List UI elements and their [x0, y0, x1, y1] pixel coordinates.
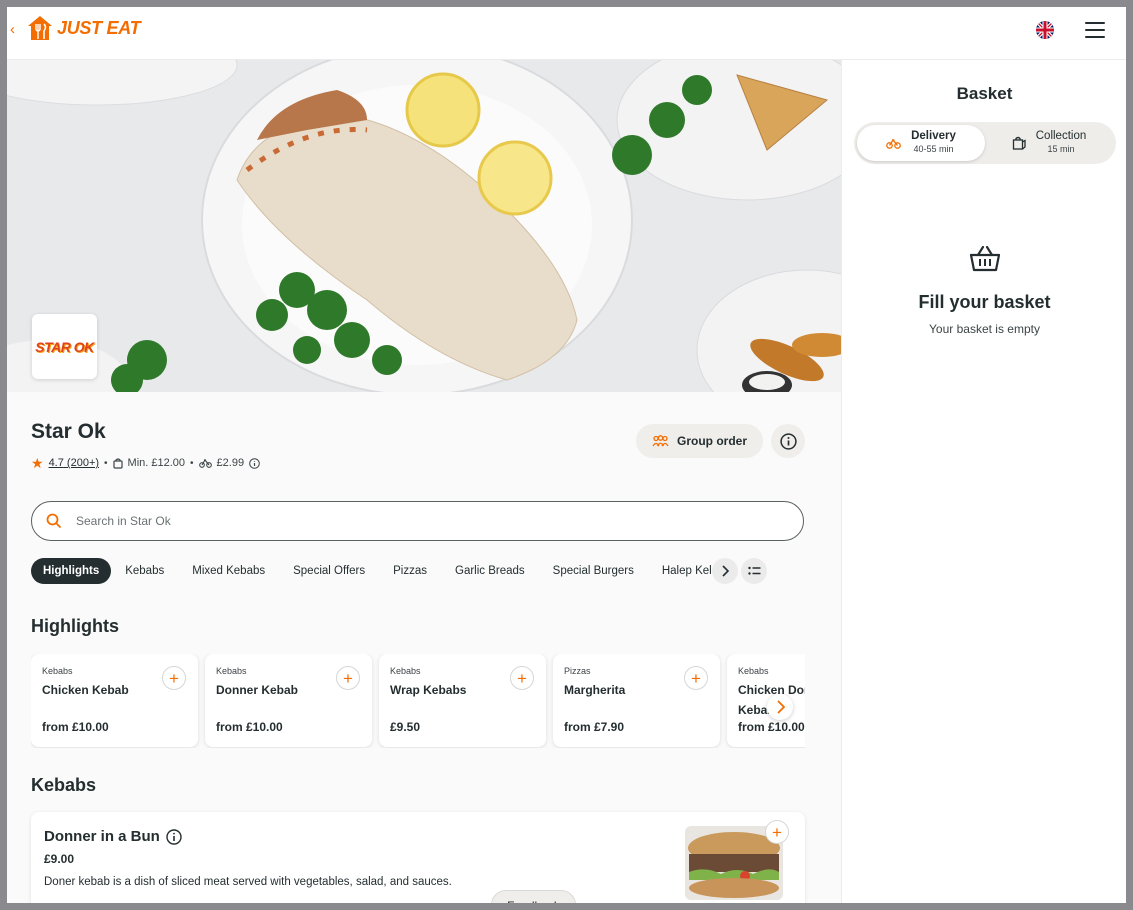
highlight-category: Kebabs	[216, 666, 247, 676]
highlights-heading: Highlights	[31, 616, 119, 636]
highlight-price: from £10.00	[216, 720, 283, 734]
category-tab-mixed-kebabs[interactable]: Mixed Kebabs	[178, 558, 279, 584]
top-bar: ‹ JUST EAT	[7, 7, 1126, 60]
search-icon	[46, 513, 62, 529]
highlight-category: Pizzas	[564, 666, 591, 676]
menu-item-price: £9.00	[44, 852, 75, 866]
group-order-button[interactable]: Group order	[636, 424, 763, 458]
list-icon	[747, 566, 760, 575]
separator-dot: •	[104, 457, 108, 469]
rating-link[interactable]: 4.7 (200+)	[49, 457, 99, 469]
review-count: (200+)	[66, 457, 100, 469]
group-icon	[652, 435, 669, 447]
add-item-button[interactable]: +	[336, 666, 360, 690]
menu-icon[interactable]	[1085, 22, 1105, 38]
hero-image: STAR OK	[7, 60, 841, 392]
highlight-name: Chicken Kebab	[42, 683, 129, 697]
highlight-category: Kebabs	[42, 666, 73, 676]
highlights-carousel: Kebabs Chicken Kebab from £10.00 + Kebab…	[31, 654, 805, 748]
menu-item-card[interactable]: Donner in a Bun £9.00 Doner kebab is a d…	[31, 812, 805, 903]
min-order: Min. £12.00	[127, 457, 186, 469]
star-icon: ★	[31, 455, 44, 471]
delivery-option[interactable]: Delivery 40-55 min	[857, 125, 985, 161]
feedback-button[interactable]: Feedback	[491, 890, 576, 903]
collection-option[interactable]: Collection 15 min	[985, 125, 1113, 161]
highlight-category: Kebabs	[390, 666, 421, 676]
collection-bag-icon	[1012, 136, 1026, 150]
add-item-button[interactable]: +	[510, 666, 534, 690]
fulfilment-toggle: Delivery 40-55 min Collection 15 min	[854, 122, 1116, 164]
brand-name: JUST EAT	[57, 17, 141, 38]
collection-time: 15 min	[1047, 144, 1075, 154]
highlight-price: from £10.00	[42, 720, 109, 734]
highlight-price: from £7.90	[564, 720, 625, 734]
menu-item-name: Donner in a Bun	[44, 828, 160, 845]
bag-icon	[112, 457, 123, 469]
store-info-button[interactable]	[771, 424, 805, 458]
highlight-price: from £10.00	[738, 720, 805, 734]
info-icon[interactable]	[249, 457, 260, 469]
bike-icon	[886, 138, 901, 149]
delivery-time: 40-55 min	[913, 144, 954, 154]
highlight-name: Wrap Kebabs	[390, 683, 467, 697]
chevron-right-icon	[722, 565, 729, 577]
group-order-label: Group order	[676, 434, 747, 448]
highlight-price: £9.50	[390, 720, 421, 734]
store-meta: ★ 4.7 (200+) • Min. £12.00 • £2.99	[31, 456, 260, 470]
category-tab-halep-kebabs[interactable]: Halep Kebabs	[648, 558, 711, 584]
collection-label: Collection	[1035, 130, 1087, 142]
separator-dot: •	[190, 457, 194, 469]
delivery-fee: £2.99	[216, 457, 245, 469]
app-frame: ‹ JUST EAT STAR OK Star Ok ★ 4.7 (200+) …	[7, 7, 1126, 903]
category-tab-special-burgers[interactable]: Special Burgers	[539, 558, 648, 584]
brand-logo[interactable]: JUST EAT	[27, 15, 141, 41]
highlight-category: Kebabs	[738, 666, 769, 676]
category-nav: Highlights Kebabs Mixed Kebabs Special O…	[31, 558, 711, 584]
category-tab-kebabs[interactable]: Kebabs	[111, 558, 178, 584]
highlight-name: Donner Kebab	[216, 683, 299, 697]
uk-flag-icon[interactable]	[1036, 21, 1054, 39]
empty-basket-subtitle: Your basket is empty	[929, 322, 1040, 336]
add-item-button[interactable]: +	[162, 666, 186, 690]
menu-search[interactable]	[31, 501, 804, 541]
house-fork-icon	[28, 16, 52, 40]
add-item-button[interactable]: +	[765, 820, 789, 844]
add-item-button[interactable]: +	[684, 666, 708, 690]
store-logo-text: STAR OK	[35, 338, 94, 355]
kebabs-heading: Kebabs	[31, 775, 97, 795]
chevron-right-icon	[776, 700, 785, 714]
basket-icon	[969, 245, 1001, 277]
menu-item-name-row: Donner in a Bun	[44, 828, 182, 845]
basket-panel: Basket Delivery 40-55 min Collection 15 …	[841, 60, 1126, 903]
rating-value: 4.7	[48, 457, 64, 469]
category-tab-pizzas[interactable]: Pizzas	[379, 558, 441, 584]
menu-item-description: Doner kebab is a dish of sliced meat ser…	[44, 876, 452, 888]
basket-title: Basket	[956, 84, 1013, 103]
highlight-card[interactable]: Kebabs Chicken Kebab from £10.00 +	[31, 654, 198, 747]
category-tab-special-offers[interactable]: Special Offers	[279, 558, 379, 584]
info-icon	[779, 432, 797, 450]
highlight-card[interactable]: Kebabs Donner Kebab from £10.00 +	[205, 654, 372, 747]
delivery-label: Delivery	[911, 130, 956, 142]
highlights-next-button[interactable]	[767, 694, 793, 720]
back-icon[interactable]: ‹	[10, 21, 15, 38]
highlight-name: Margherita	[564, 683, 626, 697]
category-scroll-next-button[interactable]	[712, 558, 738, 584]
info-icon[interactable]	[166, 828, 182, 845]
category-tab-garlic-breads[interactable]: Garlic Breads	[441, 558, 539, 584]
category-list-button[interactable]	[741, 558, 767, 584]
highlight-card[interactable]: Kebabs Wrap Kebabs £9.50 +	[379, 654, 546, 747]
empty-basket-title: Fill your basket	[918, 292, 1051, 312]
search-input[interactable]	[76, 514, 676, 528]
store-logo: STAR OK	[32, 314, 97, 379]
delivery-text: Delivery 40-55 min	[911, 130, 956, 156]
store-name: Star Ok	[31, 420, 106, 443]
bike-icon	[198, 459, 212, 468]
highlight-card[interactable]: Kebabs Chicken Donner Kebab from £10.00	[727, 654, 805, 747]
menu-content: Star Ok ★ 4.7 (200+) • Min. £12.00 • £2.…	[7, 392, 841, 903]
collection-text: Collection 15 min	[1036, 130, 1087, 156]
category-tab-highlights[interactable]: Highlights	[31, 558, 112, 584]
highlight-card[interactable]: Pizzas Margherita from £7.90 +	[553, 654, 720, 747]
